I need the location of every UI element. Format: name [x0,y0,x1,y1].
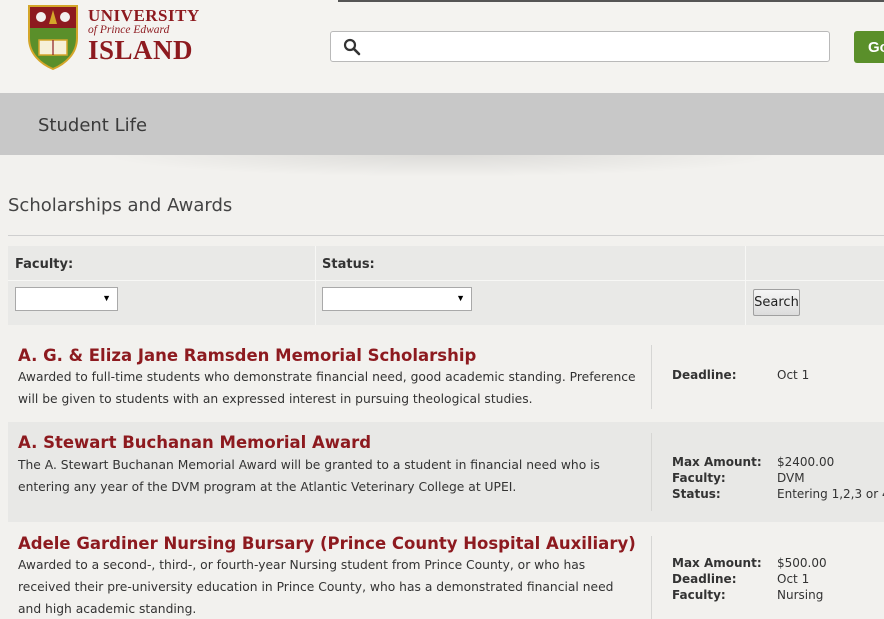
banner-title[interactable]: Student Life [38,115,147,136]
upei-logo[interactable]: UNIVERSITY of Prince Edward ISLAND [27,4,200,72]
meta-key: Max Amount: [672,455,762,469]
filter-column-divider [745,246,746,325]
faculty-select[interactable]: ▼ [15,287,118,311]
upei-crest-icon [28,5,78,70]
award-list-item: Adele Gardiner Nursing Bursary (Prince C… [8,524,884,619]
meta-key: Faculty: [672,471,726,485]
chevron-down-icon: ▼ [102,293,111,303]
item-divider [651,345,652,409]
header-top-border [338,0,884,2]
meta-key: Status: [672,487,721,501]
item-divider [651,536,652,619]
meta-value: Nursing [777,588,824,602]
search-go-button[interactable]: Go [854,31,884,63]
meta-row: Max Amount: $500.00 [672,555,827,571]
faculty-label: Faculty: [15,257,74,272]
award-description: Awarded to a second-, third-, or fourth-… [18,558,614,616]
award-description: Awarded to full-time students who demons… [18,370,636,406]
meta-key: Faculty: [672,588,726,602]
meta-row: Max Amount: $2400.00 [672,454,884,470]
award-title-link[interactable]: Adele Gardiner Nursing Bursary (Prince C… [18,534,636,553]
page-title: Scholarships and Awards [8,195,233,216]
section-banner: Student Life [0,93,884,155]
meta-value: Oct 1 [777,368,810,382]
meta-key: Deadline: [672,368,737,382]
filter-row-divider [8,280,884,281]
award-meta: Deadline: Oct 1 [672,367,809,383]
meta-value: Oct 1 [777,572,810,586]
meta-row: Faculty: DVM [672,470,884,486]
site-search-input[interactable] [371,35,821,58]
award-list-item: A. Stewart Buchanan Memorial Award The A… [8,422,884,522]
award-title-link[interactable]: A. G. & Eliza Jane Ramsden Memorial Scho… [18,346,476,365]
status-label: Status: [322,257,375,272]
award-list-item: A. G. & Eliza Jane Ramsden Memorial Scho… [8,336,884,412]
meta-row: Deadline: Oct 1 [672,367,809,383]
search-icon [343,38,361,56]
chevron-down-icon: ▼ [456,293,465,303]
meta-row: Deadline: Oct 1 [672,571,827,587]
site-header: UNIVERSITY of Prince Edward ISLAND Go [0,0,884,93]
meta-value: $2400.00 [777,455,835,469]
award-title-link[interactable]: A. Stewart Buchanan Memorial Award [18,433,371,452]
wordmark-line3: ISLAND [88,34,194,65]
banner-shadow [100,155,784,177]
filter-panel: Faculty: Status: ▼ ▼ Search [8,246,884,325]
wordmark-line1: UNIVERSITY [88,6,200,25]
filter-search-button[interactable]: Search [753,289,800,316]
item-divider [651,433,652,511]
filter-column-divider [315,246,316,325]
award-meta: Max Amount: $500.00 Deadline: Oct 1 Facu… [672,555,827,603]
status-select[interactable]: ▼ [322,287,472,311]
meta-row: Faculty: Nursing [672,587,827,603]
meta-row: Status: Entering 1,2,3 or 4 [672,486,884,502]
award-meta: Max Amount: $2400.00 Faculty: DVM Status… [672,454,884,502]
site-search-box [330,31,830,62]
meta-value: Entering 1,2,3 or 4 [777,487,884,501]
meta-key: Deadline: [672,572,737,586]
meta-value: $500.00 [777,556,827,570]
award-description: The A. Stewart Buchanan Memorial Award w… [18,458,600,494]
university-wordmark: UNIVERSITY of Prince Edward ISLAND [88,7,200,64]
meta-key: Max Amount: [672,556,762,570]
meta-value: DVM [777,471,805,485]
title-divider [8,235,884,236]
